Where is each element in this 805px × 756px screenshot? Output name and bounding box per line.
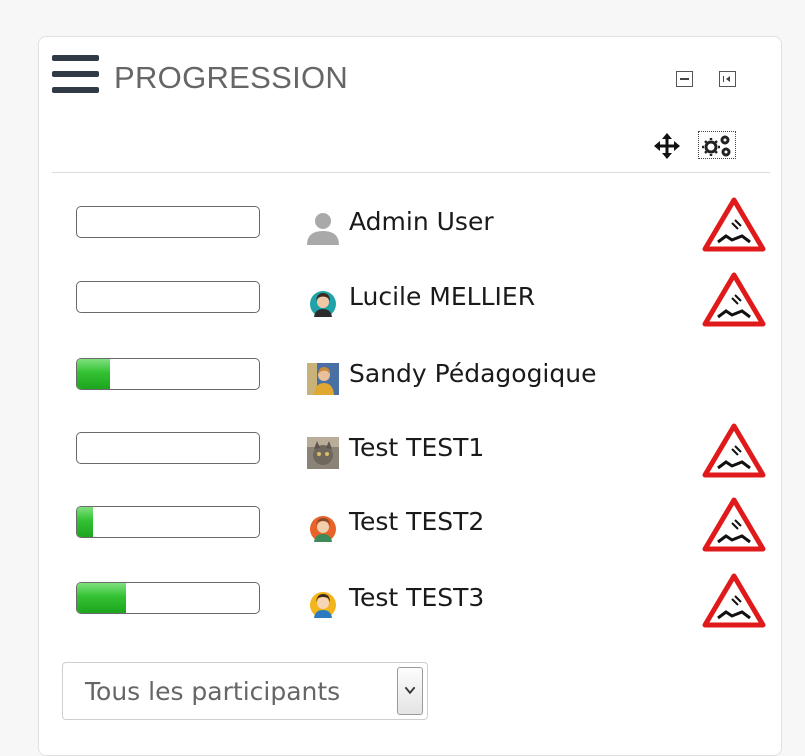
participant-name[interactable]: Lucile MELLIER: [349, 282, 535, 311]
default-user-icon[interactable]: [305, 209, 341, 245]
participant-row: Test TEST3: [0, 573, 805, 638]
move-icon[interactable]: [654, 133, 680, 159]
participant-row: Sandy Pédagogique: [0, 354, 805, 414]
participants-filter-select[interactable]: Tous les participants: [62, 662, 428, 720]
participant-name[interactable]: Test TEST3: [349, 583, 484, 612]
dock-icon[interactable]: [719, 71, 736, 87]
warning-triangle-icon: [702, 272, 766, 327]
hamburger-icon[interactable]: [52, 55, 99, 95]
participant-row: Lucile MELLIER: [0, 272, 805, 337]
dropdown-button[interactable]: [397, 667, 423, 715]
progress-bar[interactable]: [76, 358, 260, 390]
block-title: PROGRESSION: [114, 60, 349, 95]
user-photo-avatar[interactable]: [305, 585, 341, 621]
participant-name[interactable]: Sandy Pédagogique: [349, 359, 596, 388]
chevron-down-icon: [404, 686, 416, 695]
warning-triangle-icon: [702, 573, 766, 628]
participant-row: Test TEST1: [0, 423, 805, 488]
user-photo-avatar[interactable]: [305, 435, 341, 471]
minimize-icon[interactable]: [676, 71, 693, 87]
progress-fill: [77, 359, 110, 389]
progress-fill: [77, 583, 127, 613]
participant-name[interactable]: Test TEST1: [349, 433, 484, 462]
progress-bar[interactable]: [76, 582, 260, 614]
progress-bar[interactable]: [76, 506, 260, 538]
progress-fill: [77, 507, 94, 537]
warning-triangle-icon: [702, 197, 766, 252]
progress-bar[interactable]: [76, 432, 260, 464]
gears-icon[interactable]: [698, 131, 736, 159]
progress-bar[interactable]: [76, 206, 260, 238]
header-divider: [52, 172, 770, 173]
select-value: Tous les participants: [85, 677, 341, 706]
user-photo-avatar[interactable]: [305, 509, 341, 545]
participant-name[interactable]: Admin User: [349, 207, 494, 236]
warning-triangle-icon: [702, 423, 766, 478]
participant-name[interactable]: Test TEST2: [349, 507, 484, 536]
warning-triangle-icon: [702, 497, 766, 552]
participant-row: Admin User: [0, 197, 805, 262]
progress-bar[interactable]: [76, 281, 260, 313]
user-photo-avatar[interactable]: [305, 284, 341, 320]
participant-row: Test TEST2: [0, 497, 805, 562]
user-photo-avatar[interactable]: [305, 361, 341, 397]
